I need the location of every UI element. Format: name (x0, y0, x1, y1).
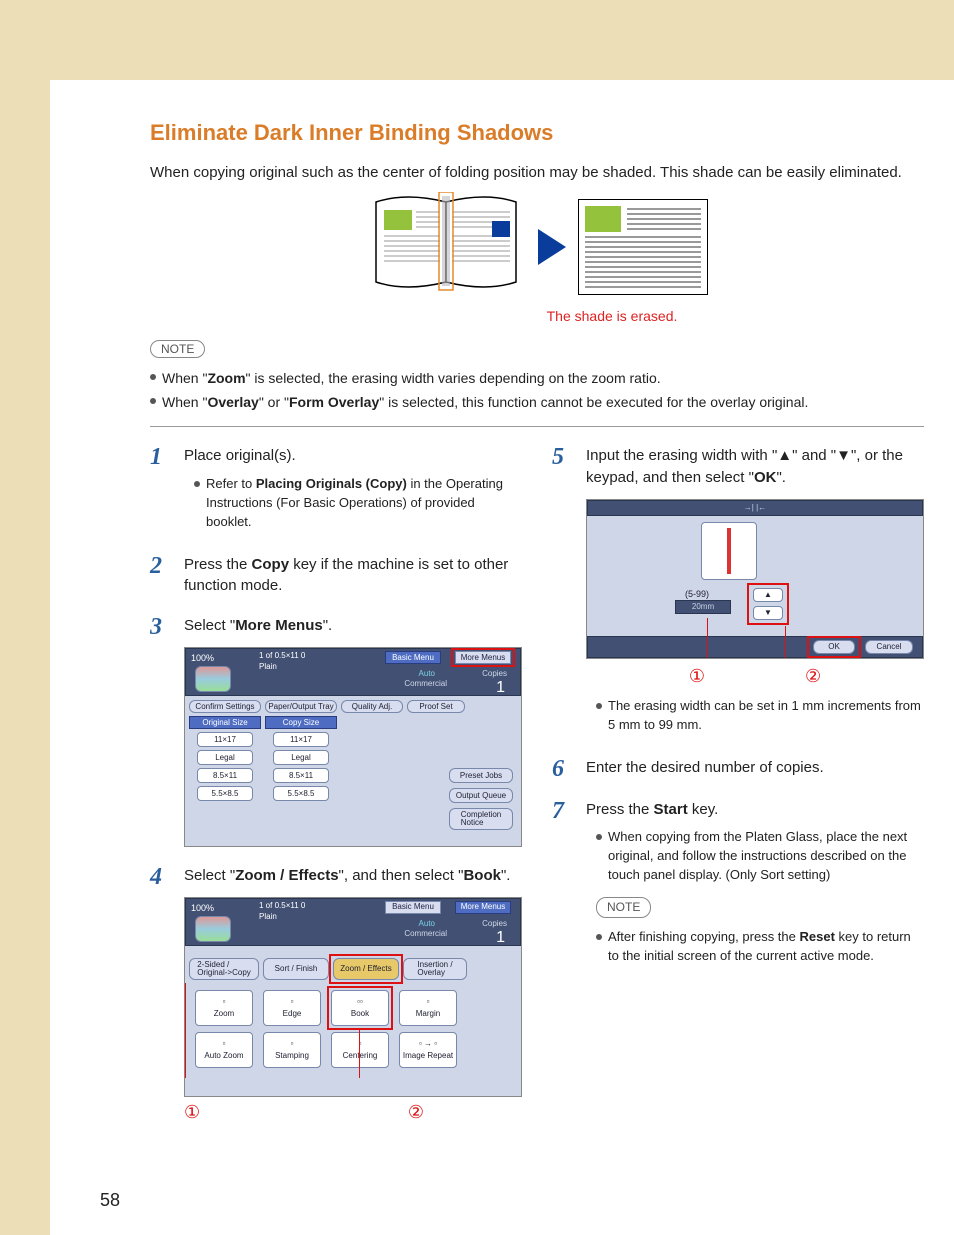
zoom-effects-screenshot: 100% 1 of 0.5×11 0 Plain Basic Menu More… (184, 897, 522, 1097)
zoom-effects-tab[interactable]: Zoom / Effects (333, 958, 399, 980)
quality-adj-button[interactable]: Quality Adj. (341, 700, 403, 713)
step-number: 5 (552, 445, 574, 738)
edge-button[interactable]: ▫Edge (263, 990, 321, 1026)
callout-1: ① (689, 663, 705, 689)
ok-button[interactable]: OK (813, 640, 855, 654)
intro-text: When copying original such as the center… (150, 162, 924, 184)
step-2-text: Press the Copy key if the machine is set… (184, 554, 522, 598)
step-4-text: Select "Zoom / Effects", and then select… (184, 865, 522, 887)
note-1: When "Zoom" is selected, the erasing wid… (150, 368, 924, 388)
output-queue-button[interactable]: Output Queue (449, 788, 513, 803)
note-2: When "Overlay" or "Form Overlay" is sele… (150, 392, 924, 412)
note-pill: NOTE (150, 340, 205, 358)
auto-zoom-button[interactable]: ▫Auto Zoom (195, 1032, 253, 1068)
manual-page: Chapter 2 More Menus Features Eliminate … (0, 0, 954, 1235)
size-55x85[interactable]: 5.5×8.5 (273, 786, 329, 801)
top-band (0, 0, 954, 80)
step-number: 4 (150, 865, 172, 1125)
size-55x85[interactable]: 5.5×8.5 (197, 786, 253, 801)
step-7-sub2: After finishing copying, press the Reset… (608, 928, 924, 966)
left-band (0, 0, 50, 1235)
content-area: Eliminate Dark Inner Binding Shadows Whe… (50, 80, 954, 1235)
preset-jobs-button[interactable]: Preset Jobs (449, 768, 513, 783)
step-3-text: Select "More Menus". (184, 615, 522, 637)
zoom-button[interactable]: ▫Zoom (195, 990, 253, 1026)
size-11x17[interactable]: 11×17 (197, 732, 253, 747)
step-number: 6 (552, 757, 574, 781)
size-legal[interactable]: Legal (273, 750, 329, 765)
more-menus-tab[interactable]: More Menus (455, 901, 511, 914)
step-1-text: Place original(s). (184, 447, 296, 464)
cancel-button[interactable]: Cancel (865, 640, 913, 654)
left-column: 1 Place original(s). Refer to Placing Or… (150, 445, 522, 1142)
width-value: 20mm (675, 600, 731, 614)
step-1-sub: Refer to Placing Originals (Copy) in the… (206, 475, 522, 532)
paper-output-button[interactable]: Paper/Output Tray (265, 700, 337, 713)
arrow-right-icon (538, 229, 566, 265)
page-number: 58 (100, 1190, 120, 1211)
right-column: 5 Input the erasing width with "▲" and "… (552, 445, 924, 1142)
size-11x17[interactable]: 11×17 (273, 732, 329, 747)
step-5-sub: The erasing width can be set in 1 mm inc… (608, 697, 924, 735)
size-legal[interactable]: Legal (197, 750, 253, 765)
callout-2: ② (805, 663, 821, 689)
divider (150, 426, 924, 427)
stamping-button[interactable]: ▫Stamping (263, 1032, 321, 1068)
open-book-illustration (366, 192, 526, 302)
result-page-illustration (578, 199, 708, 295)
size-85x11[interactable]: 8.5×11 (197, 768, 253, 783)
more-menus-screenshot: 100% 1 of 0.5×11 0 Plain Basic Menu More… (184, 647, 522, 847)
step-number: 3 (150, 615, 172, 847)
step-7-text: Press the Start key. (586, 799, 924, 821)
proof-set-button[interactable]: Proof Set (407, 700, 465, 713)
step-6-text: Enter the desired number of copies. (586, 757, 924, 781)
step-5-text: Input the erasing width with "▲" and "▼"… (586, 445, 924, 489)
callout-2: ② (408, 1099, 424, 1125)
step-number: 2 (150, 554, 172, 598)
preview-page (701, 522, 757, 580)
step-number: 7 (552, 799, 574, 970)
down-arrow-button[interactable]: ▼ (753, 606, 783, 620)
copy-size-header: Copy Size (265, 716, 337, 729)
sort-finish-tab[interactable]: Sort / Finish (263, 958, 329, 980)
completion-notice-button[interactable]: Completion Notice (449, 808, 513, 830)
insertion-overlay-tab[interactable]: Insertion / Overlay (403, 958, 467, 980)
confirm-settings-button[interactable]: Confirm Settings (189, 700, 261, 713)
page-title: Eliminate Dark Inner Binding Shadows (150, 120, 924, 146)
size-85x11[interactable]: 8.5×11 (273, 768, 329, 783)
callout-1: ① (184, 1099, 200, 1125)
book-button[interactable]: ▫▫Book (331, 990, 389, 1026)
note-pill: NOTE (596, 897, 651, 918)
margin-button[interactable]: ▫Margin (399, 990, 457, 1026)
two-sided-tab[interactable]: 2-Sided / Original->Copy (189, 958, 259, 980)
eraser-width-screenshot: →| |← (5-99) 20mm ▲ ▼ (586, 499, 924, 659)
image-repeat-button[interactable]: ▫ → ▫Image Repeat (399, 1032, 457, 1068)
basic-menu-tab[interactable]: Basic Menu (385, 901, 441, 914)
more-menus-tab[interactable]: More Menus (455, 651, 511, 664)
diagram-caption: The shade is erased. (300, 308, 924, 324)
centering-button[interactable]: ▫Centering (331, 1032, 389, 1068)
basic-menu-tab[interactable]: Basic Menu (385, 651, 441, 664)
step-number: 1 (150, 445, 172, 535)
diagram (150, 192, 924, 302)
up-arrow-button[interactable]: ▲ (753, 588, 783, 602)
original-size-header: Original Size (189, 716, 261, 729)
step-7-sub1: When copying from the Platen Glass, plac… (608, 828, 924, 885)
